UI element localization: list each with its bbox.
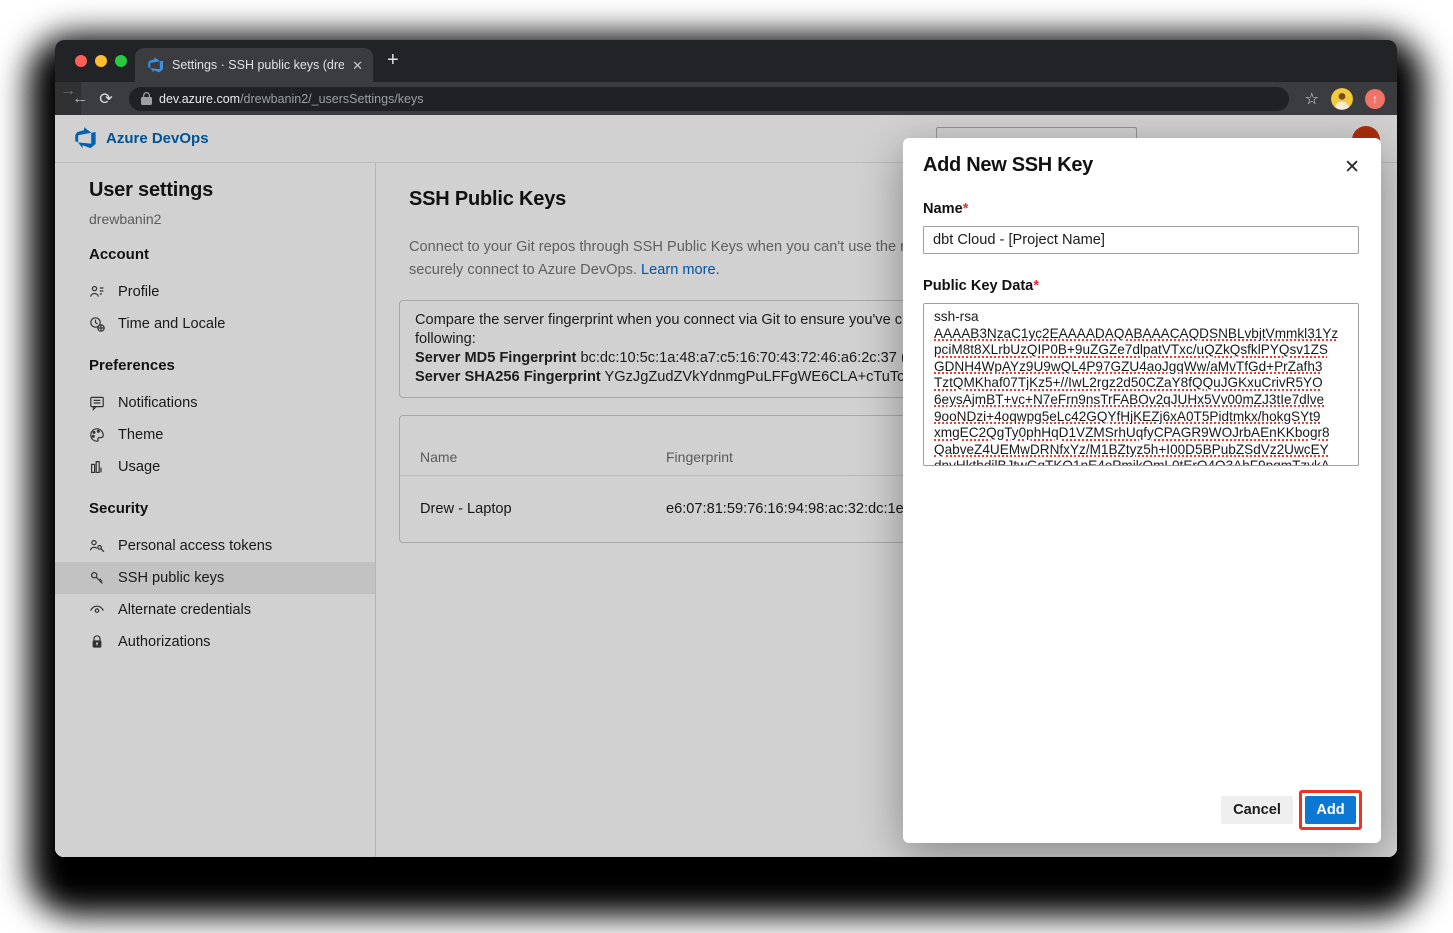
url-path: /drewbanin2/_usersSettings/keys [240, 92, 423, 106]
add-button[interactable]: Add [1305, 796, 1356, 824]
cancel-button[interactable]: Cancel [1221, 796, 1293, 824]
required-asterisk: * [1033, 278, 1039, 294]
key-line: TztQMKhaf07TjKz5+//IwL2rgz2d50CZaY8fQQuJ… [934, 375, 1348, 392]
key-line: ssh-rsa [934, 309, 1348, 326]
azure-devops-favicon [148, 57, 164, 73]
tab-close-icon[interactable]: ✕ [352, 59, 363, 72]
key-line: 6eysAjmBT+vc+N7eFrn9nsTrFABOv2qJUHx5Vv00… [934, 392, 1348, 409]
zoom-window-button[interactable] [115, 55, 127, 67]
address-bar[interactable]: dev.azure.com/drewbanin2/_usersSettings/… [129, 87, 1289, 111]
key-line: AAAAB3NzaC1yc2EAAAADAQABAAACAQDSNBLvbjtV… [934, 326, 1348, 343]
modal-footer: Cancel Add [1221, 790, 1362, 830]
key-line: dnvHkthdjlBJtwGqTKQ1nE4oPmjkQmL0tErQ4Q3A… [934, 458, 1348, 466]
bookmark-star-icon[interactable]: ☆ [1305, 89, 1319, 109]
page-viewport: Azure DevOps User settings drewbanin2 Ac… [55, 115, 1397, 857]
key-line: GDNH4WpAYz9U9wQL4P97GZU4aoJgqWw/aMvTfGd+… [934, 359, 1348, 376]
name-input[interactable] [923, 226, 1359, 254]
browser-update-icon[interactable]: ↑ [1365, 89, 1385, 109]
browser-tab-active[interactable]: Settings · SSH public keys (dre ✕ [135, 48, 373, 82]
required-asterisk: * [963, 201, 969, 217]
tab-title: Settings · SSH public keys (dre [172, 58, 344, 72]
lock-icon [141, 92, 152, 105]
close-icon[interactable]: ✕ [1344, 156, 1360, 179]
public-key-field-label: Public Key Data* [923, 278, 1361, 294]
macos-traffic-lights [75, 55, 127, 67]
modal-title: Add New SSH Key [923, 138, 1361, 177]
screenshot-stage: Settings · SSH public keys (dre ✕ + ← → … [0, 0, 1453, 933]
reload-icon[interactable]: ⟳ [93, 89, 119, 109]
minimize-window-button[interactable] [95, 55, 107, 67]
close-window-button[interactable] [75, 55, 87, 67]
url-text: dev.azure.com/drewbanin2/_usersSettings/… [159, 92, 424, 106]
browser-toolbar: ← → ⟳ dev.azure.com/drewbanin2/_usersSet… [55, 82, 1397, 115]
key-line: xmgEC2QgTy0phHqD1VZMSrhUqfyCPAGR9WOJrbAE… [934, 425, 1348, 442]
key-line: 9ooNDzi+4oqwpg5eLc42GQYfHjKEZj6xA0T5Pidt… [934, 409, 1348, 426]
browser-profile-avatar[interactable] [1331, 88, 1353, 110]
browser-window: Settings · SSH public keys (dre ✕ + ← → … [55, 40, 1397, 857]
new-tab-button[interactable]: + [387, 49, 399, 72]
key-line: QabveZ4UEMwDRNfxYz/M1BZtyz5h+I00D5BPubZS… [934, 442, 1348, 459]
click-target-highlight: Add [1299, 790, 1362, 830]
forward-icon[interactable]: → [55, 82, 81, 115]
public-key-textarea[interactable]: ssh-rsa AAAAB3NzaC1yc2EAAAADAQABAAACAQDS… [923, 303, 1359, 466]
browser-tab-strip: Settings · SSH public keys (dre ✕ + [55, 40, 1397, 82]
key-line: pciM8t8XLrbUzQIP0B+9uZGZe7dlpatVTxc/uQZk… [934, 342, 1348, 359]
name-field-label: Name* [923, 201, 1361, 217]
add-ssh-key-modal: Add New SSH Key ✕ Name* Public Key Data*… [903, 138, 1381, 843]
url-domain: dev.azure.com [159, 92, 240, 106]
